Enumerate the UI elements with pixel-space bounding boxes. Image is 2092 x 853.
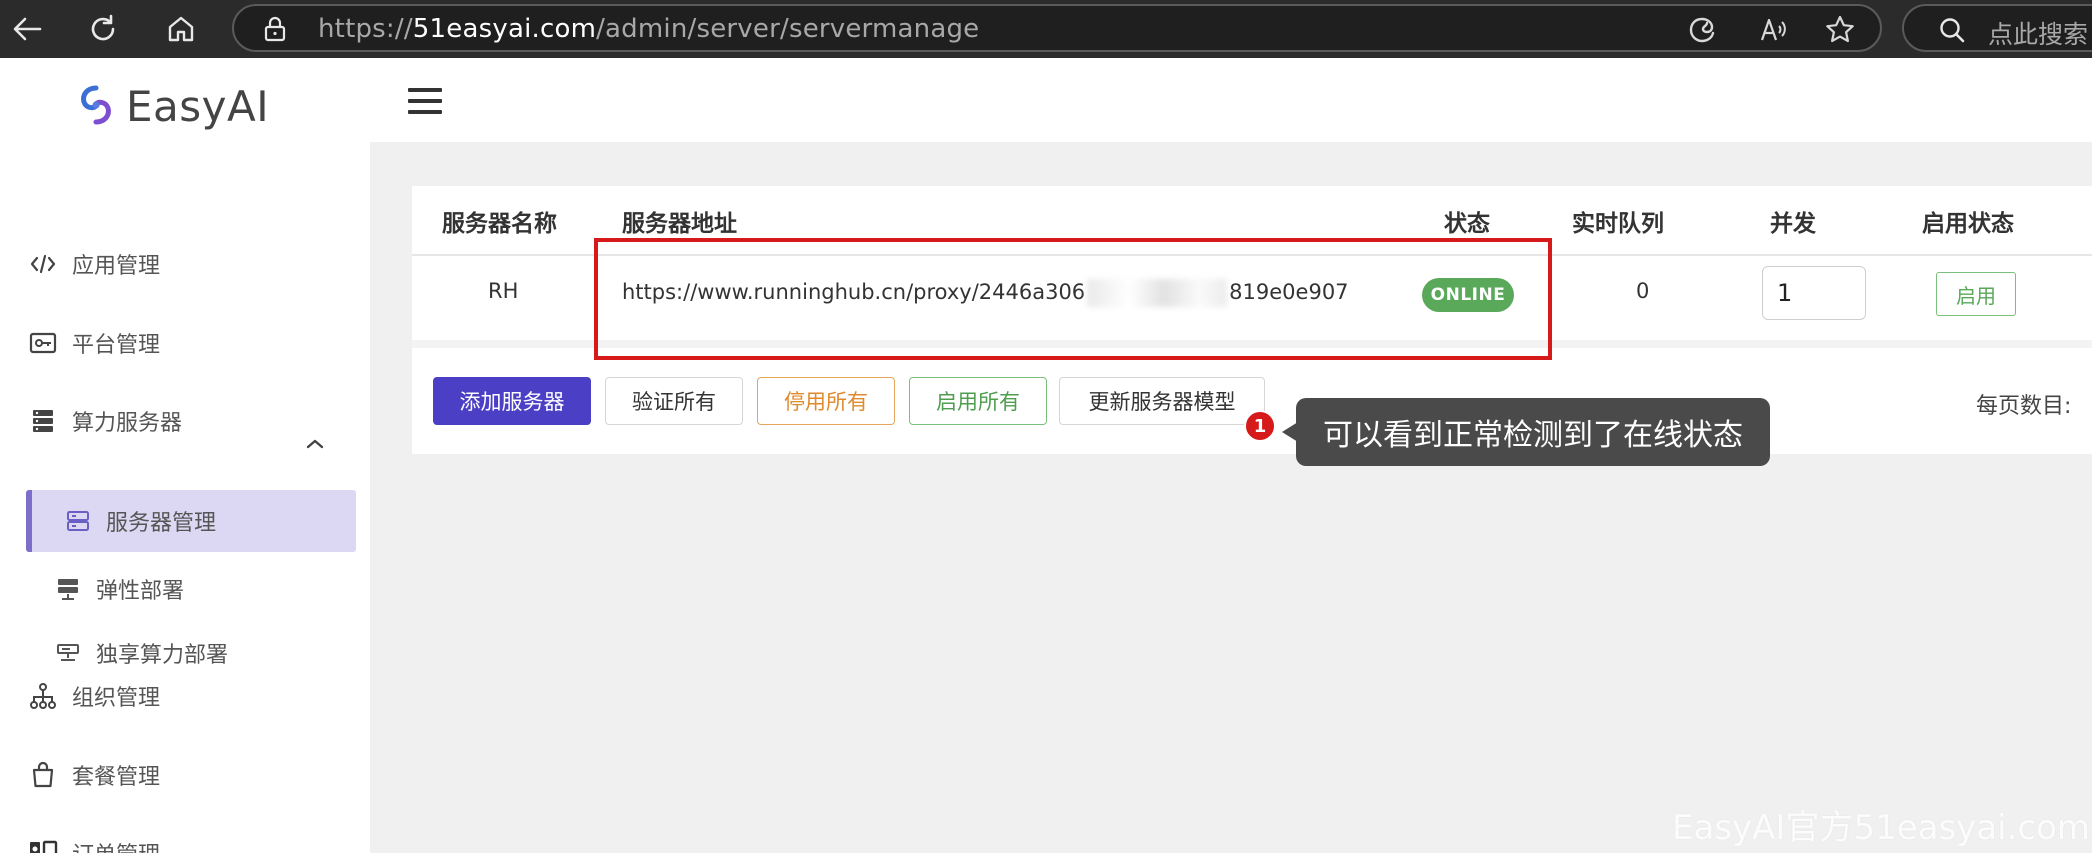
enable-button[interactable]: 启用 <box>1936 272 2016 316</box>
sidebar: EasyAI 应用管理 平台管理 算力服务器 服务器管理 弹性部署 独享算力部署… <box>0 58 370 853</box>
platform-key-icon <box>28 328 58 358</box>
url-text[interactable]: https://51easyai.com/admin/server/server… <box>318 14 979 44</box>
disable-all-button[interactable]: 停用所有 <box>757 377 895 425</box>
edge-collections-icon[interactable] <box>1686 14 1718 50</box>
home-icon[interactable] <box>158 6 204 52</box>
add-server-button[interactable]: 添加服务器 <box>433 377 591 425</box>
sidebar-item-label: 订单管理 <box>72 837 160 853</box>
sidebar-item-label: 算力服务器 <box>72 411 183 436</box>
sidebar-subitem-label: 独享算力部署 <box>96 643 229 668</box>
concurrency-input[interactable]: 1 <box>1762 266 1866 320</box>
order-user-icon <box>28 838 58 853</box>
column-header-name: 服务器名称 <box>442 211 557 237</box>
column-header-enable-status: 启用状态 <box>1922 211 2014 237</box>
dedicated-server-icon <box>54 639 82 667</box>
sidebar-item-platform[interactable]: 平台管理 <box>28 313 160 373</box>
elastic-server-icon <box>54 575 82 603</box>
app-code-icon <box>28 249 58 279</box>
sidebar-item-apps[interactable]: 应用管理 <box>28 234 160 294</box>
queue-cell: 0 <box>1636 279 1650 303</box>
update-server-models-button[interactable]: 更新服务器模型 <box>1059 377 1265 425</box>
annotation-callout: 可以看到正常检测到了在线状态 <box>1296 398 1770 466</box>
logo[interactable]: EasyAI <box>78 82 269 131</box>
sidebar-item-organization[interactable]: 组织管理 <box>28 666 160 726</box>
address-bar[interactable]: https://51easyai.com/admin/server/server… <box>232 4 1882 52</box>
search-placeholder: 点此搜索 <box>1988 20 2089 49</box>
column-header-queue: 实时队列 <box>1572 211 1664 237</box>
menu-toggle-icon[interactable] <box>408 88 442 114</box>
top-header <box>370 58 2092 142</box>
logo-text: EasyAI <box>126 82 270 131</box>
chevron-up-icon[interactable] <box>304 436 326 455</box>
sidebar-item-packages[interactable]: 套餐管理 <box>28 745 160 805</box>
sidebar-item-orders[interactable]: 订单管理 <box>28 823 160 853</box>
column-header-concurrency: 并发 <box>1770 211 1816 237</box>
server-list-icon <box>64 507 92 535</box>
easyai-logo-icon <box>78 85 114 129</box>
lock-icon[interactable] <box>264 16 286 46</box>
refresh-icon[interactable] <box>80 6 126 52</box>
sidebar-subitem-elastic[interactable]: 弹性部署 <box>54 564 184 614</box>
browser-toolbar: https://51easyai.com/admin/server/server… <box>0 0 2092 58</box>
annotation-number: 1 <box>1244 410 1276 442</box>
org-tree-icon <box>28 681 58 711</box>
sidebar-item-label: 套餐管理 <box>72 765 161 790</box>
sidebar-subitem-label: 服务器管理 <box>106 511 217 536</box>
sidebar-item-compute-servers[interactable]: 算力服务器 <box>28 391 182 451</box>
server-name-cell: RH <box>488 279 519 303</box>
verify-all-button[interactable]: 验证所有 <box>605 377 743 425</box>
highlight-box <box>594 238 1552 360</box>
browser-search-box[interactable]: 点此搜索 <box>1902 4 2092 52</box>
sidebar-subitem-label: 弹性部署 <box>96 579 185 604</box>
server-stack-icon <box>28 406 58 436</box>
sidebar-item-label: 应用管理 <box>72 254 161 279</box>
sidebar-item-label: 平台管理 <box>72 333 161 358</box>
favorite-star-icon[interactable] <box>1824 14 1856 50</box>
column-header-status: 状态 <box>1444 211 1490 237</box>
sidebar-subitem-server-manage[interactable]: 服务器管理 <box>64 496 216 546</box>
page-size-label: 每页数目: <box>1976 394 2072 419</box>
package-bag-icon <box>28 760 58 790</box>
column-header-address: 服务器地址 <box>622 211 737 237</box>
read-aloud-icon[interactable] <box>1758 14 1790 50</box>
sidebar-item-label: 组织管理 <box>72 686 161 711</box>
back-arrow-icon[interactable] <box>4 6 50 52</box>
watermark: EasyAI官方51easyai.com <box>1672 808 2090 848</box>
search-icon <box>1938 16 1966 48</box>
enable-all-button[interactable]: 启用所有 <box>909 377 1047 425</box>
